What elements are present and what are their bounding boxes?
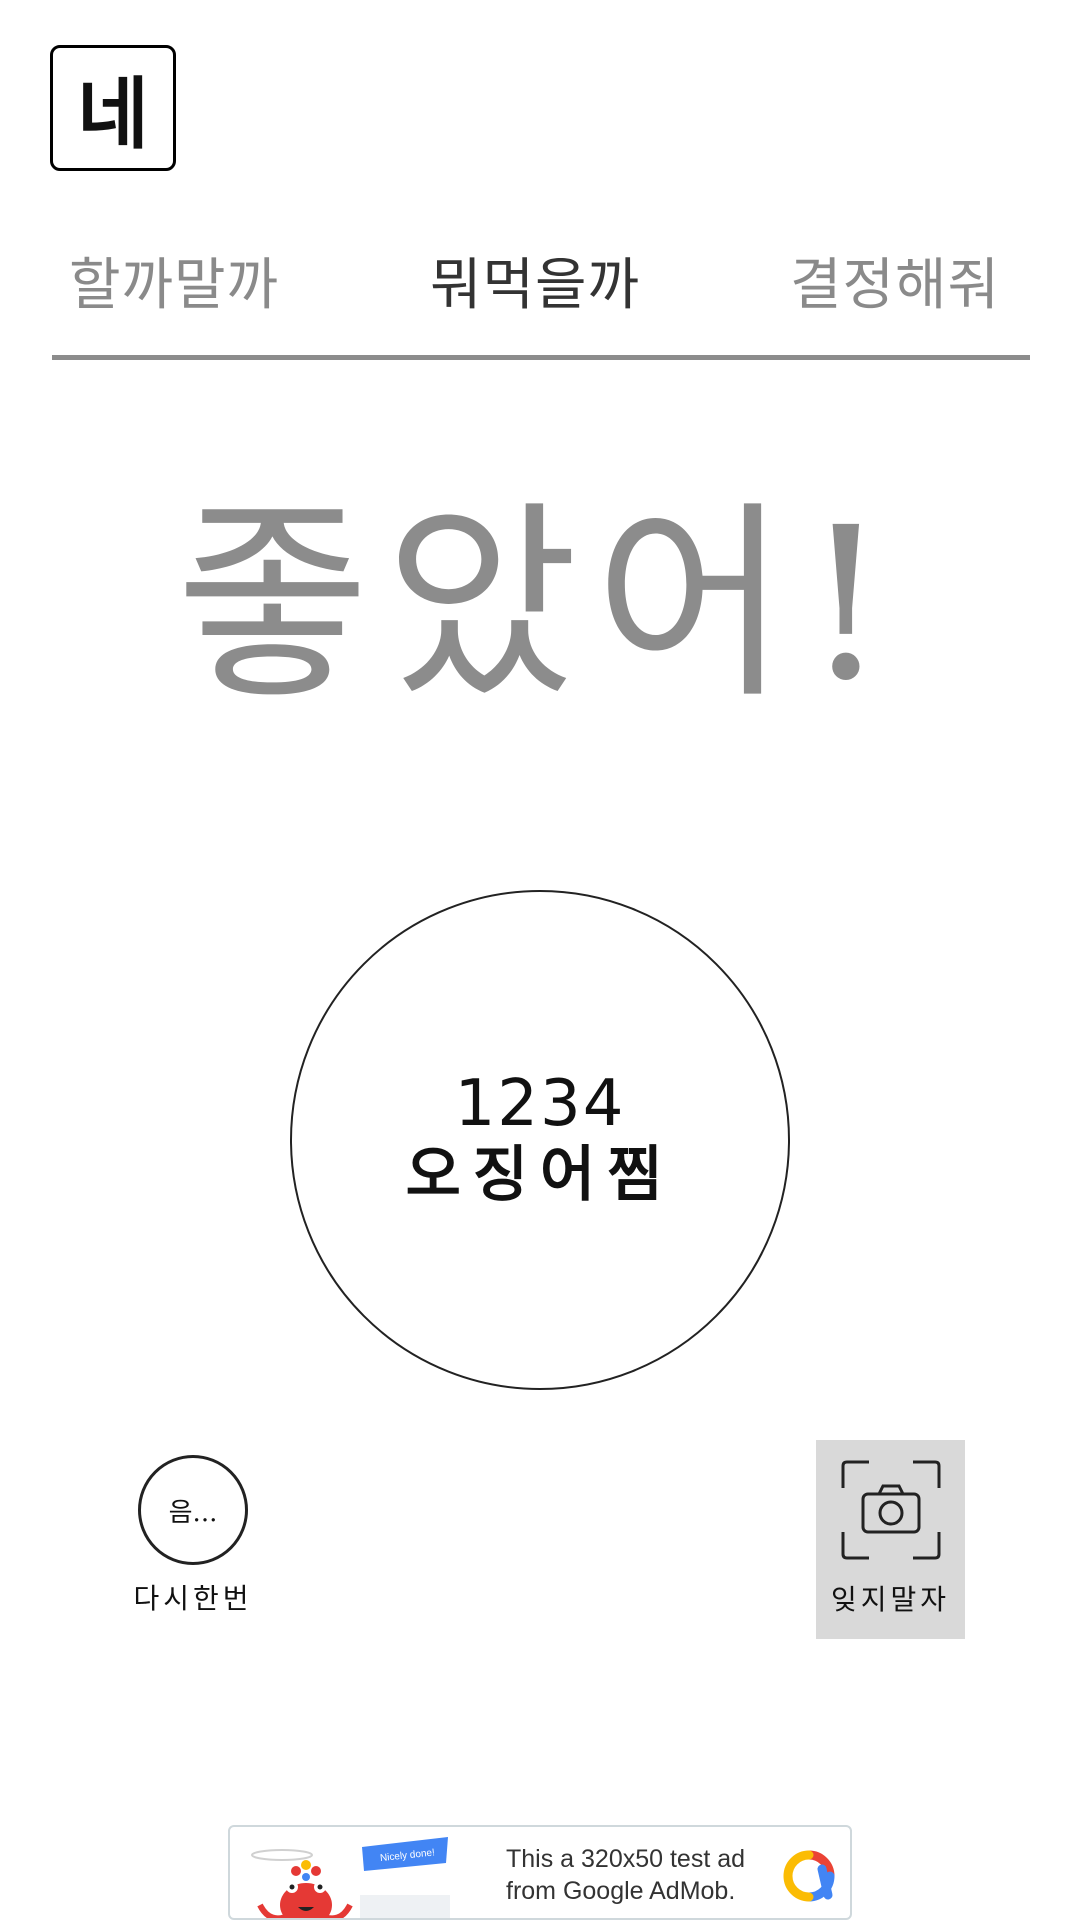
retry-button[interactable]: 음... 다시한번 — [128, 1455, 258, 1617]
camera-icon — [841, 1460, 940, 1560]
screen: 네 할까말까 뭐먹을까 결정해줘 좋았어! 1234 오징어찜 음... 다시한… — [0, 0, 1080, 1920]
tab-divider — [52, 355, 1030, 360]
tab-halkkamalkka[interactable]: 할까말까 — [69, 240, 279, 321]
retry-badge[interactable]: 음... — [138, 1455, 248, 1565]
camera-label: 잊지말자 — [830, 1583, 951, 1616]
ad-banner[interactable]: Nicely done! This a 320x50 test ad from … — [228, 1825, 852, 1920]
result-name: 오징어찜 — [405, 1140, 675, 1211]
app-logo-char: 네 — [77, 69, 149, 160]
result-circle[interactable]: 1234 오징어찜 — [290, 890, 790, 1390]
camera-button[interactable]: 잊지말자 — [816, 1440, 965, 1639]
tab-bar: 할까말까 뭐먹을까 결정해줘 — [52, 240, 1030, 360]
tab-mwomeogeulkka[interactable]: 뭐먹을까 — [430, 240, 640, 321]
result-headline: 좋았어! — [176, 482, 904, 727]
app-logo[interactable]: 네 — [50, 45, 176, 171]
result-number: 1234 — [454, 1066, 626, 1141]
retry-badge-text: 음... — [168, 1497, 218, 1528]
tab-gyeoljeonghaejwo[interactable]: 결정해줘 — [790, 240, 1000, 321]
ad-text: This a 320x50 test ad from Google AdMob. — [506, 1843, 745, 1907]
ad-line-1: This a 320x50 test ad — [506, 1845, 746, 1873]
ad-line-2: from Google AdMob. — [506, 1877, 736, 1905]
ad-illustration: Nicely done! — [251, 1837, 450, 1918]
admob-logo-icon — [783, 1850, 835, 1902]
retry-label: 다시한번 — [133, 1582, 253, 1615]
